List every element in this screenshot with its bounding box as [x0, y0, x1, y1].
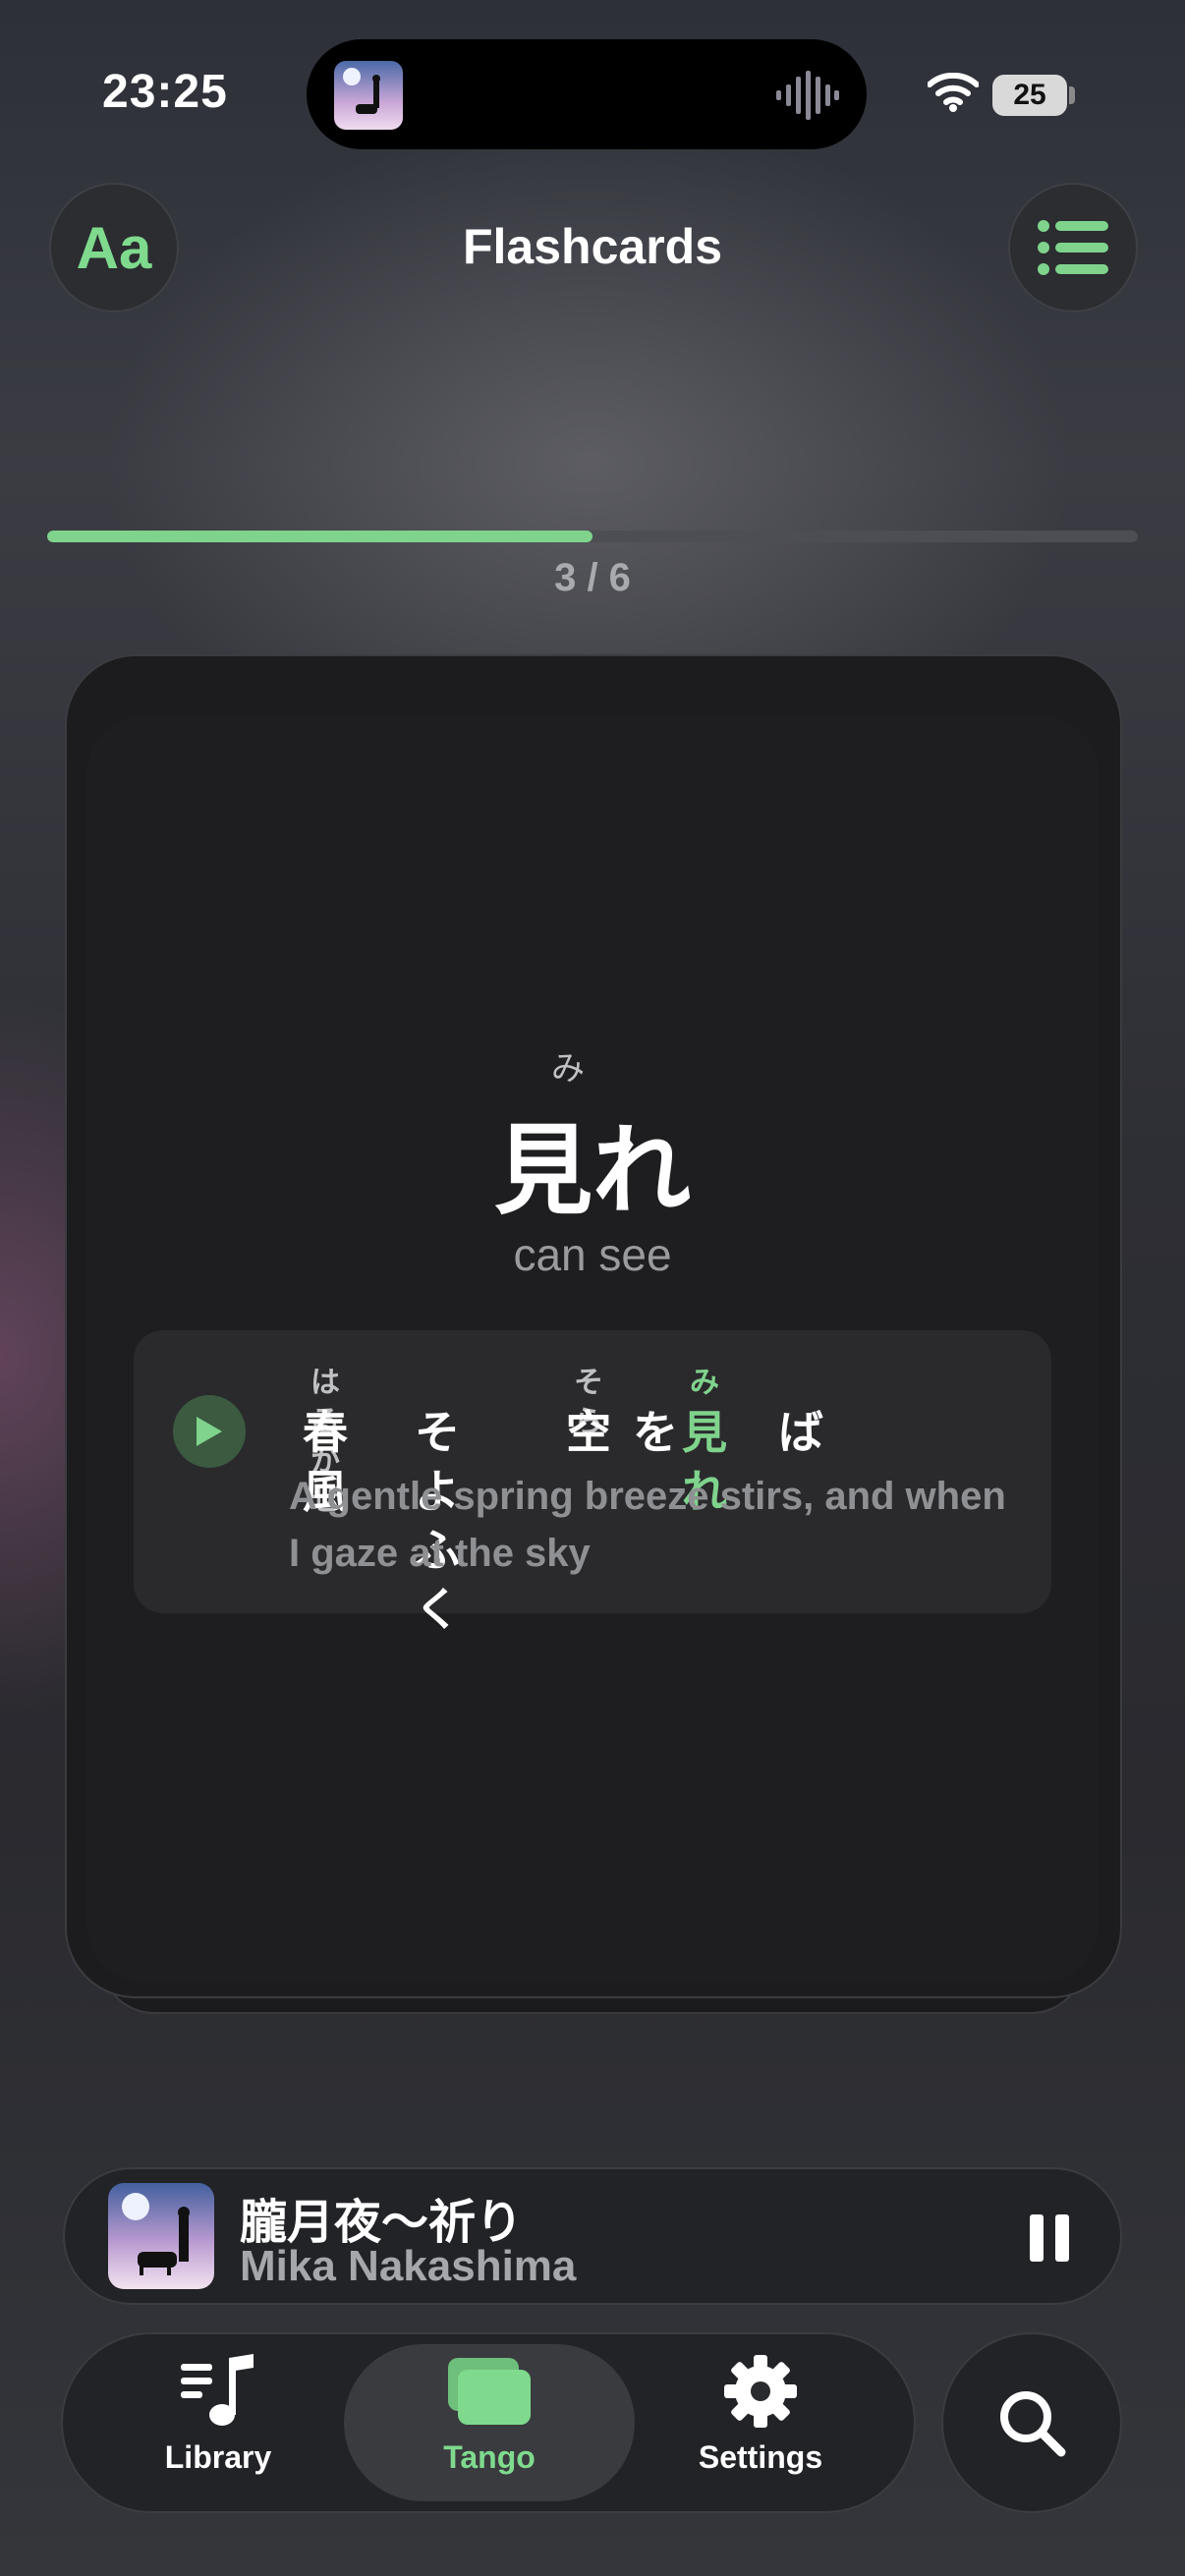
- tab-settings-label: Settings: [698, 2439, 823, 2475]
- segment-text: 空: [566, 1407, 611, 1458]
- cards-icon: [448, 2358, 531, 2425]
- segment-reading: [633, 1364, 678, 1403]
- sentence-segment: そら空: [566, 1364, 611, 1462]
- segment-reading: [778, 1364, 823, 1403]
- search-icon: [1000, 2391, 1066, 2457]
- play-example-button[interactable]: [173, 1395, 246, 1468]
- progress-label: 3 / 6: [554, 556, 631, 599]
- sentence-segment: を: [633, 1364, 678, 1462]
- segment-reading: み: [690, 1367, 719, 1399]
- tab-library-label: Library: [164, 2439, 272, 2475]
- segment-reading: そら: [574, 1367, 603, 1438]
- now-playing-bar[interactable]: [63, 2167, 1122, 2305]
- status-time: 23:25: [102, 66, 228, 118]
- pause-button[interactable]: [1022, 2211, 1077, 2266]
- segment-text: ば: [778, 1407, 823, 1458]
- list-icon: [1038, 220, 1108, 275]
- music-list-icon: [181, 2354, 254, 2426]
- audio-wave-icon: [776, 71, 839, 120]
- pause-icon: [1030, 2214, 1069, 2262]
- play-icon: [197, 1417, 222, 1446]
- battery-tip: [1069, 86, 1075, 104]
- now-playing-artist: Mika Nakashima: [240, 2242, 577, 2290]
- tab-tango-label: Tango: [443, 2439, 536, 2475]
- search-button[interactable]: [941, 2332, 1122, 2513]
- progress-fill: [47, 531, 592, 542]
- word-reading: み: [551, 1050, 585, 1088]
- example-translation: A gentle spring breeze stirs, and when I…: [289, 1475, 1006, 1575]
- wifi-icon: [927, 72, 980, 112]
- tab-tango[interactable]: Tango: [381, 2354, 597, 2476]
- tab-library[interactable]: Library: [110, 2354, 326, 2476]
- segment-reading: [415, 1364, 460, 1403]
- list-view-button[interactable]: [1008, 183, 1138, 312]
- gear-icon: [724, 2355, 797, 2428]
- flashcard-word: 見れ: [494, 1116, 691, 1226]
- progress-bar: [47, 531, 1138, 542]
- now-playing-album-art: [108, 2183, 214, 2289]
- album-art-thumbnail: [334, 61, 403, 130]
- word-meaning: can see: [513, 1229, 672, 1280]
- tab-settings[interactable]: Settings: [652, 2354, 869, 2476]
- segment-reading: はるかぜ: [310, 1367, 340, 1517]
- sentence-segment: ば: [778, 1364, 823, 1462]
- battery-indicator: 25: [992, 75, 1067, 116]
- segment-text: を: [633, 1407, 678, 1458]
